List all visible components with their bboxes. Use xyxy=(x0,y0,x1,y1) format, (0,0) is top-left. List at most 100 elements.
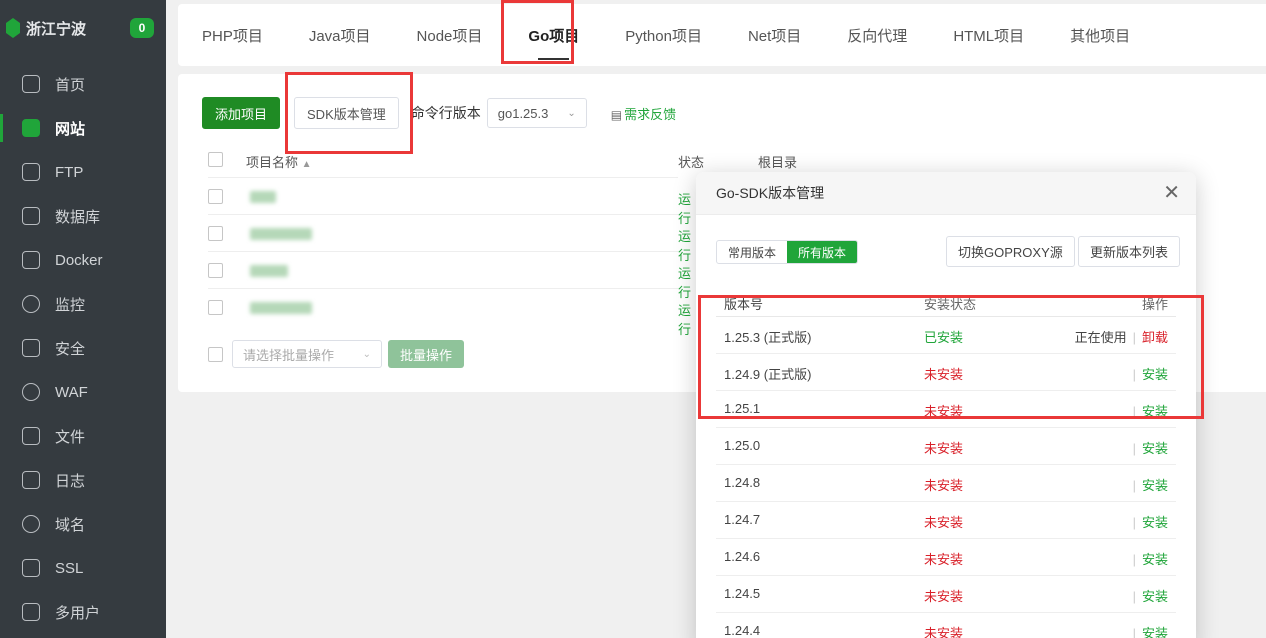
feedback-link[interactable]: ▤ 需求反馈 xyxy=(611,104,676,123)
sidebar-item-5[interactable]: 监控 xyxy=(0,282,166,326)
project-status[interactable]: 运行 xyxy=(678,263,691,301)
table-row[interactable]: 运行 xyxy=(208,177,691,226)
sdk-version: 1.25.0 xyxy=(724,438,761,453)
table-row[interactable]: 运行 xyxy=(208,288,691,337)
sidebar-item-3[interactable]: 数据库 xyxy=(0,194,166,238)
brand: 浙江宁波 0 xyxy=(0,0,166,56)
tab-1[interactable]: Java项目 xyxy=(307,25,373,46)
row-checkbox[interactable] xyxy=(208,189,223,204)
tab-5[interactable]: Net项目 xyxy=(746,25,803,46)
tab-8[interactable]: 其他项目 xyxy=(1068,25,1132,46)
version-filter: 常用版本 所有版本 xyxy=(716,240,859,264)
log-icon xyxy=(22,471,40,489)
project-status[interactable]: 运行 xyxy=(678,226,691,264)
sdk-version: 1.24.6 xyxy=(724,549,761,564)
sidebar: 浙江宁波 0 首页网站 FTP 数据库 Docker 监控安全 WAF 文件 日志域名 SSL 多… xyxy=(0,0,166,638)
sidebar-item-10[interactable]: 域名 xyxy=(0,502,166,546)
header-name-label: 项目名称 xyxy=(246,155,299,170)
annotation-box-sdk-rows xyxy=(698,295,1204,419)
sdk-row: 1.24.8 未安装 | 安装 xyxy=(716,465,1176,502)
sidebar-item-label: 网站 xyxy=(55,120,86,138)
sdk-row: 1.24.7 未安装 | 安装 xyxy=(716,502,1176,539)
tab-0[interactable]: PHP项目 xyxy=(200,25,265,46)
notification-badge[interactable]: 0 xyxy=(130,18,154,38)
action-divider: | xyxy=(1132,478,1136,493)
database-icon xyxy=(22,207,40,225)
redacted-project-name[interactable] xyxy=(250,228,312,240)
seg-common-versions[interactable]: 常用版本 xyxy=(717,241,787,263)
sidebar-item-label: 多用户 xyxy=(55,604,101,622)
sidebar-item-label: 域名 xyxy=(55,516,86,534)
select-all-checkbox[interactable] xyxy=(208,152,223,167)
install-link[interactable]: 安装 xyxy=(1142,515,1168,530)
sidebar-item-7[interactable]: WAF xyxy=(0,370,166,414)
redacted-project-name[interactable] xyxy=(250,265,288,277)
sidebar-item-label: Docker xyxy=(55,251,103,269)
tab-2[interactable]: Node项目 xyxy=(415,25,485,46)
sidebar-item-label: 安全 xyxy=(55,340,86,358)
tab-4[interactable]: Python项目 xyxy=(623,25,704,46)
sdk-install-status: 未安装 xyxy=(924,589,964,604)
seg-all-versions[interactable]: 所有版本 xyxy=(787,241,858,263)
cmd-version-select[interactable]: go1.25.3 ⌄ xyxy=(486,98,587,128)
batch-button[interactable]: 批量操作 xyxy=(388,340,465,368)
install-link[interactable]: 安装 xyxy=(1142,478,1168,493)
sidebar-item-label: 监控 xyxy=(55,296,86,314)
sidebar-item-1[interactable]: 网站 xyxy=(0,106,166,150)
sidebar-item-12[interactable]: 多用户 xyxy=(0,590,166,634)
sidebar-item-0[interactable]: 首页 xyxy=(0,62,166,106)
batch-checkbox[interactable] xyxy=(208,346,223,362)
batch-select[interactable]: 请选择批量操作 ⌄ xyxy=(232,340,382,368)
project-status[interactable]: 运行 xyxy=(678,189,691,227)
modal-header: Go-SDK版本管理 xyxy=(696,172,1196,215)
sidebar-item-8[interactable]: 文件 xyxy=(0,414,166,458)
install-link[interactable]: 安装 xyxy=(1142,589,1168,604)
table-row[interactable]: 运行 xyxy=(208,214,691,263)
cmd-version-value: go1.25.3 xyxy=(497,105,549,121)
redacted-project-name[interactable] xyxy=(250,302,312,314)
sidebar-item-11[interactable]: SSL xyxy=(0,546,166,590)
sdk-install-status: 未安装 xyxy=(924,478,964,493)
row-checkbox[interactable] xyxy=(208,263,223,278)
project-status[interactable]: 运行 xyxy=(678,300,691,338)
sdk-install-status: 未安装 xyxy=(924,626,964,638)
add-project-button[interactable]: 添加项目 xyxy=(202,97,281,129)
waf-icon xyxy=(22,383,40,401)
tab-6[interactable]: 反向代理 xyxy=(845,25,909,46)
sidebar-item-6[interactable]: 安全 xyxy=(0,326,166,370)
cmd-version-label: 命令行版本 xyxy=(410,105,481,121)
sdk-action-cell: | 安装 xyxy=(1127,512,1168,531)
install-link[interactable]: 安装 xyxy=(1142,552,1168,567)
switch-goproxy-button[interactable]: 切换GOPROXY源 xyxy=(946,236,1075,267)
server-logo-icon xyxy=(6,18,20,38)
sidebar-item-4[interactable]: Docker xyxy=(0,238,166,282)
feedback-icon: ▤ xyxy=(610,107,623,122)
sdk-version: 1.24.7 xyxy=(724,512,761,527)
sidebar-item-label: 首页 xyxy=(55,76,86,94)
sort-icon: ▲ xyxy=(301,159,312,170)
sidebar-item-label: FTP xyxy=(55,163,84,181)
table-row[interactable]: 运行 xyxy=(208,251,691,300)
action-divider: | xyxy=(1132,552,1136,567)
chevron-down-icon: ⌄ xyxy=(567,107,576,119)
sidebar-item-9[interactable]: 日志 xyxy=(0,458,166,502)
redacted-project-name[interactable] xyxy=(250,191,276,203)
row-checkbox[interactable] xyxy=(208,300,223,315)
close-icon[interactable]: ✕ xyxy=(1163,183,1180,203)
install-link[interactable]: 安装 xyxy=(1142,441,1168,456)
refresh-list-button[interactable]: 更新版本列表 xyxy=(1078,236,1181,267)
row-checkbox[interactable] xyxy=(208,226,223,241)
sdk-install-status: 未安装 xyxy=(924,552,964,567)
sidebar-item-label: 数据库 xyxy=(55,208,101,226)
sdk-action-cell: | 安装 xyxy=(1127,586,1168,605)
sidebar-item-2[interactable]: FTP xyxy=(0,150,166,194)
install-link[interactable]: 安装 xyxy=(1142,626,1168,638)
header-project-name[interactable]: 项目名称 ▲ xyxy=(246,152,312,171)
modal-title: Go-SDK版本管理 xyxy=(716,185,825,201)
ftp-icon xyxy=(22,163,40,181)
action-divider: | xyxy=(1132,515,1136,530)
tab-7[interactable]: HTML项目 xyxy=(951,25,1026,46)
sdk-version: 1.24.5 xyxy=(724,586,761,601)
sidebar-item-label: SSL xyxy=(55,559,84,577)
header-status: 状态 xyxy=(678,155,705,170)
